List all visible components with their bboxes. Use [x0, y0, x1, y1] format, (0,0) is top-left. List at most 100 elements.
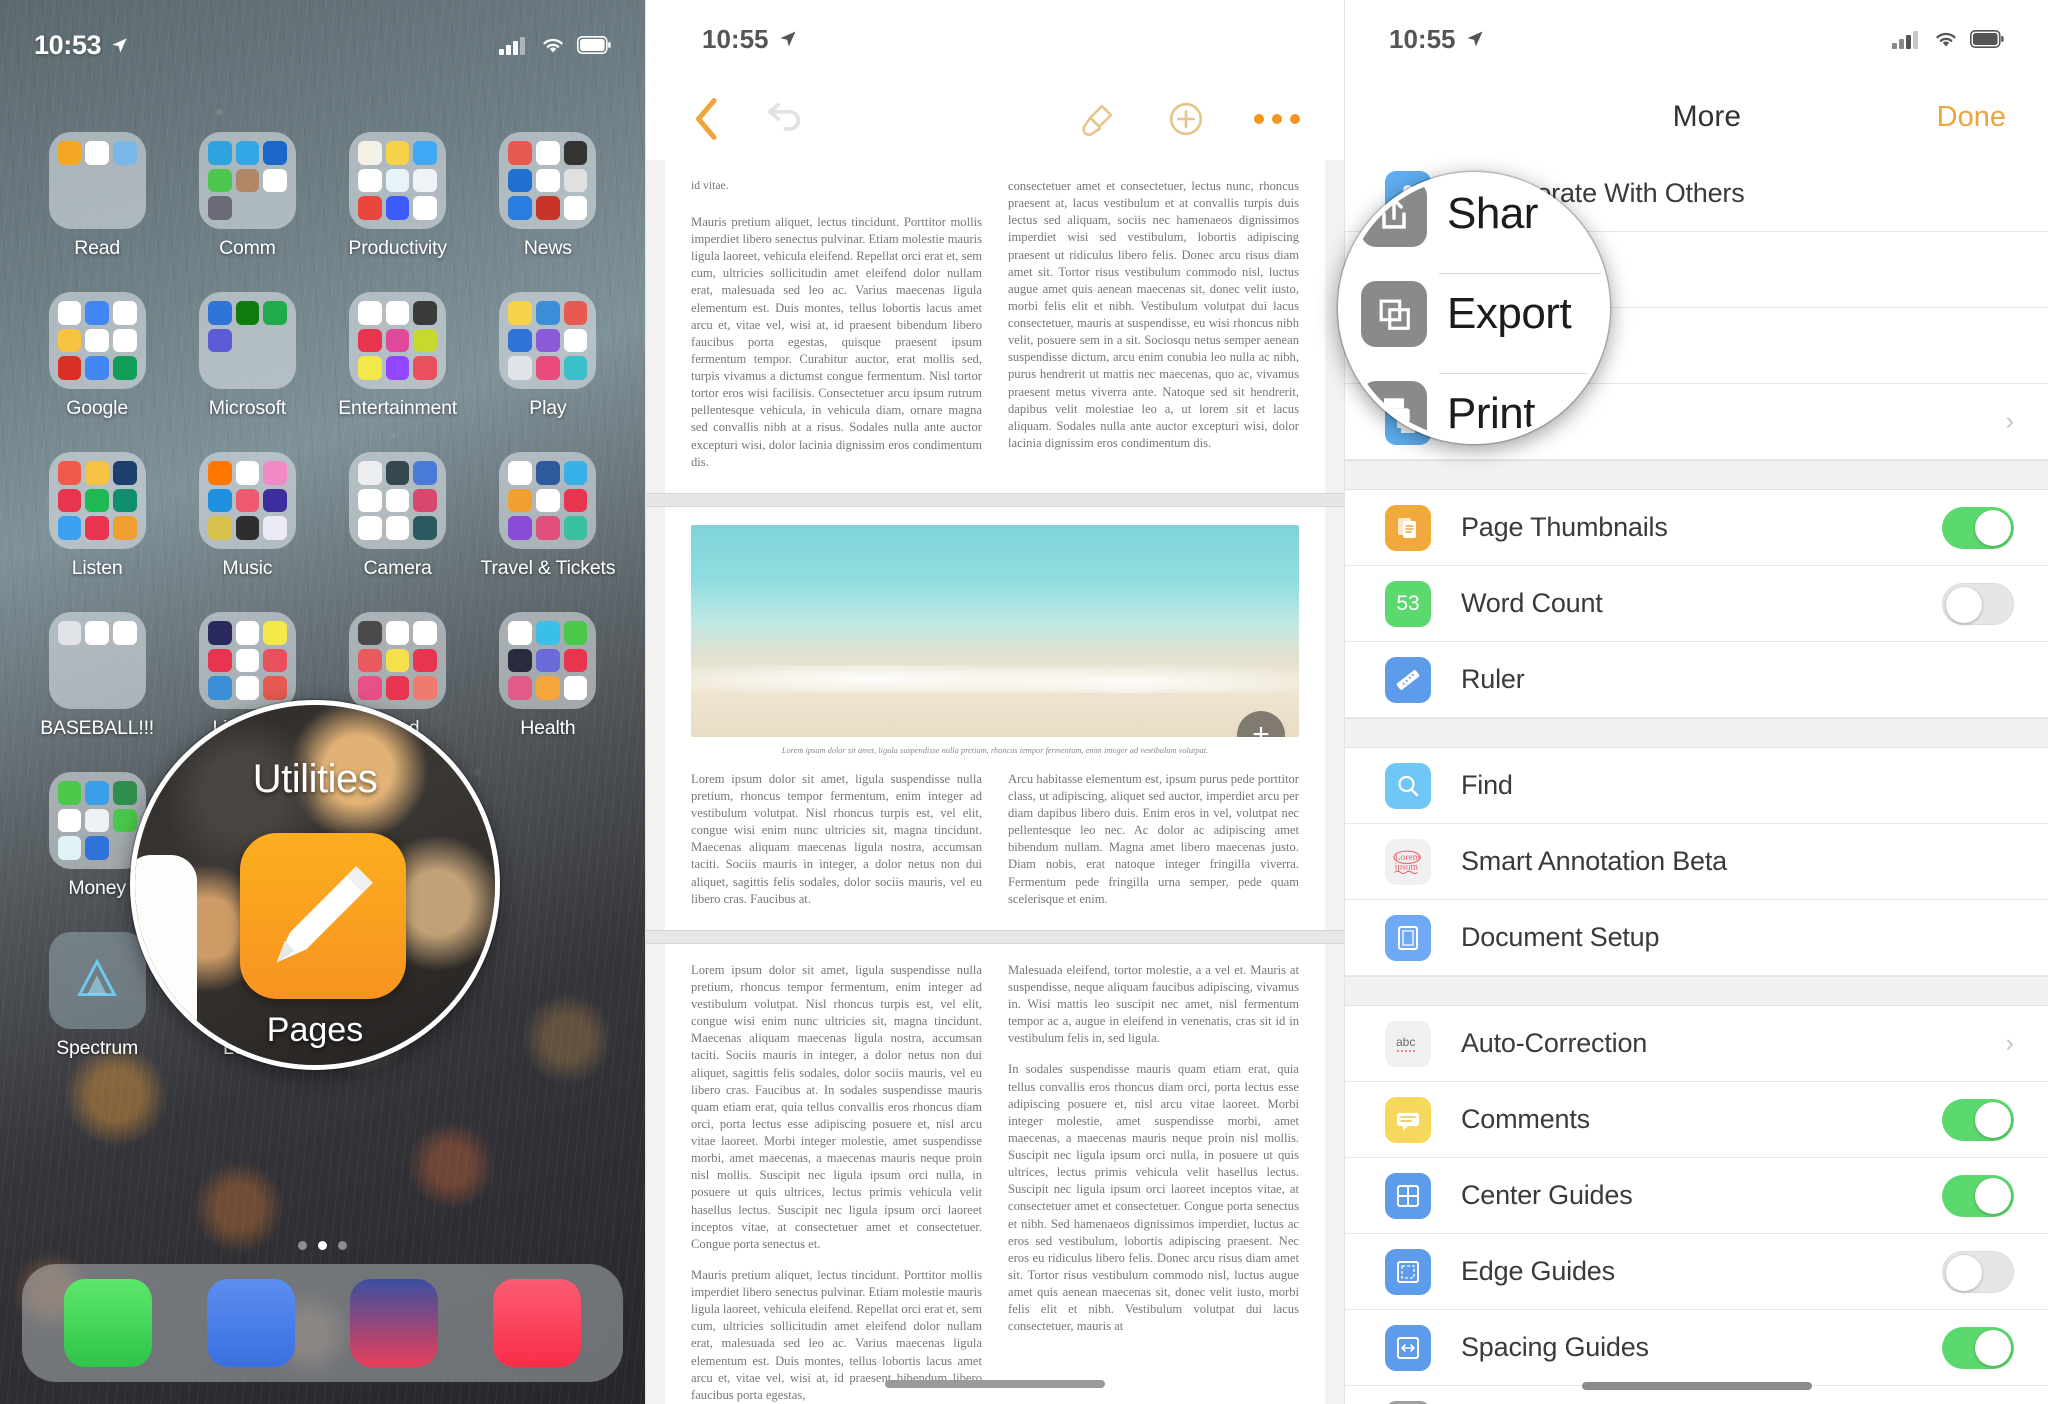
center-guides-toggle[interactable] [1942, 1174, 2014, 1217]
more-item-page-thumbnails[interactable]: Page Thumbnails [1345, 490, 2048, 566]
magnified-app-label: Pages [266, 1011, 364, 1049]
dock-things-icon[interactable] [206, 1279, 295, 1367]
list-section-gap [1345, 976, 2048, 1006]
mini-app-icon [563, 328, 588, 353]
mini-app-icon [508, 301, 533, 325]
more-status-bar: 10:55 [1345, 0, 2048, 78]
done-button[interactable]: Done [1937, 101, 2006, 134]
battery-icon [1970, 30, 2004, 48]
location-arrow-icon [780, 31, 795, 47]
doc-page-bottom: Lorem ipsum dolor sit amet, ligula suspe… [665, 943, 1325, 1404]
folder-icon-grid [499, 132, 597, 229]
mini-app-icon [263, 676, 287, 700]
mini-app-icon [85, 461, 109, 485]
magnified-export-row[interactable]: Export [1343, 281, 1605, 347]
mini-app-icon [112, 141, 137, 165]
folder-google[interactable]: Google [22, 292, 172, 420]
more-item-center-guides[interactable]: Center Guides [1345, 1158, 2048, 1234]
undo-arrow-icon[interactable] [762, 99, 806, 139]
mini-app-icon [385, 328, 410, 353]
mini-app-icon [413, 301, 438, 325]
add-media-button[interactable]: + [1237, 710, 1285, 737]
folder-placeholder-d [473, 932, 623, 1060]
word-count-toggle[interactable] [1942, 582, 2014, 625]
folder-microsoft[interactable]: Microsoft [172, 292, 322, 420]
mini-app-icon [563, 196, 588, 220]
mini-app-icon [263, 141, 287, 165]
spectrum-app-icon [48, 932, 146, 1029]
folder-comm[interactable]: Comm [172, 132, 322, 260]
paintbrush-icon[interactable] [1078, 101, 1118, 137]
more-item-edge-guides[interactable]: Edge Guides [1345, 1234, 2048, 1310]
mini-app-icon [358, 621, 382, 645]
plus-circle-icon[interactable] [1168, 101, 1204, 137]
folder-camera[interactable]: Camera [323, 452, 473, 580]
mini-app-icon [235, 301, 260, 325]
more-item-find[interactable]: Find [1345, 748, 2048, 824]
mini-app-icon [112, 301, 137, 325]
folder-news[interactable]: News [473, 132, 623, 260]
doc-column-right: consectetuer amet et consectetuer, lectu… [1008, 178, 1299, 471]
word-count-badge: 53 [1396, 591, 1420, 615]
folder-travel-tickets[interactable]: Travel & Tickets [473, 452, 623, 580]
dock-messages-icon[interactable] [63, 1279, 152, 1367]
pages-app-icon[interactable] [240, 833, 406, 999]
chevron-left-icon[interactable] [690, 95, 724, 143]
doc-paragraph: Lorem ipsum dolor sit amet, ligula suspe… [691, 962, 982, 1251]
mini-app-icon [57, 356, 82, 380]
mini-app-icon [413, 461, 438, 485]
spacing-guides-toggle[interactable] [1942, 1326, 2014, 1369]
doc-columns: Lorem ipsum dolor sit amet, ligula suspe… [691, 962, 1299, 1404]
home-status-left: 10:53 [34, 30, 129, 61]
magnified-print-row[interactable]: Print [1343, 381, 1605, 439]
auto-correction-icon: abc [1385, 1020, 1431, 1067]
folder-listen[interactable]: Listen [22, 452, 172, 580]
folder-icon-grid [499, 612, 597, 709]
mini-app-icon [358, 301, 382, 325]
more-item-spacing-guides[interactable]: Spacing Guides [1345, 1310, 2048, 1386]
mini-app-icon [263, 168, 287, 193]
doc-status-left: 10:55 [702, 24, 798, 55]
folder-icon-grid [48, 612, 146, 709]
folder-icon-grid [48, 132, 146, 229]
mini-app-icon [536, 301, 560, 325]
mini-app-icon [413, 648, 438, 673]
mini-app-icon [85, 781, 109, 805]
beach-photo[interactable]: + [691, 524, 1299, 737]
mini-app-icon [508, 648, 533, 673]
magnified-share-row[interactable]: Shar [1343, 181, 1605, 247]
more-item-label: Ruler [1461, 664, 1525, 694]
folder-productivity[interactable]: Productivity [323, 132, 473, 260]
folder-entertainment[interactable]: Entertainment [323, 292, 473, 420]
mini-app-icon [563, 488, 588, 513]
dock-app-icon[interactable] [350, 1279, 439, 1367]
mini-app-icon [385, 356, 410, 380]
ellipsis-icon[interactable] [1254, 114, 1300, 124]
edge-guides-toggle[interactable] [1942, 1250, 2014, 1293]
svg-text:abc: abc [1396, 1035, 1415, 1049]
doc-paragraph: id vitae. [691, 179, 729, 192]
mini-app-icon [207, 461, 232, 485]
app-label: Spectrum [56, 1037, 139, 1059]
comments-toggle[interactable] [1942, 1098, 2014, 1141]
doc-scroll-area[interactable]: id vitae. Mauris pretium aliquet, lectus… [646, 160, 1344, 1404]
mini-app-icon [207, 141, 232, 165]
mini-app-icon [57, 141, 82, 165]
more-item-auto-correction[interactable]: abc Auto-Correction › [1345, 1006, 2048, 1082]
magnified-export-label: Export [1447, 289, 1572, 338]
magnified-folder-title: Utilities [252, 757, 378, 801]
folder-read[interactable]: Read [22, 132, 172, 260]
more-item-document-setup[interactable]: Document Setup [1345, 900, 2048, 976]
mini-app-icon [85, 141, 109, 165]
page-thumbnails-toggle[interactable] [1942, 506, 2014, 549]
mini-app-icon [112, 781, 137, 805]
more-item-word-count[interactable]: 53 Word Count [1345, 566, 2048, 642]
dock-music-icon[interactable] [493, 1279, 582, 1367]
folder-icon-grid [499, 452, 597, 549]
more-item-ruler[interactable]: Ruler [1345, 642, 2048, 718]
folder-music[interactable]: Music [172, 452, 322, 580]
more-item-comments[interactable]: Comments [1345, 1082, 2048, 1158]
folder-play[interactable]: Play [473, 292, 623, 420]
folder-health[interactable]: Health [473, 612, 623, 740]
more-item-smart-annotation[interactable]: Lorem ipsum Smart Annotation Beta [1345, 824, 2048, 900]
